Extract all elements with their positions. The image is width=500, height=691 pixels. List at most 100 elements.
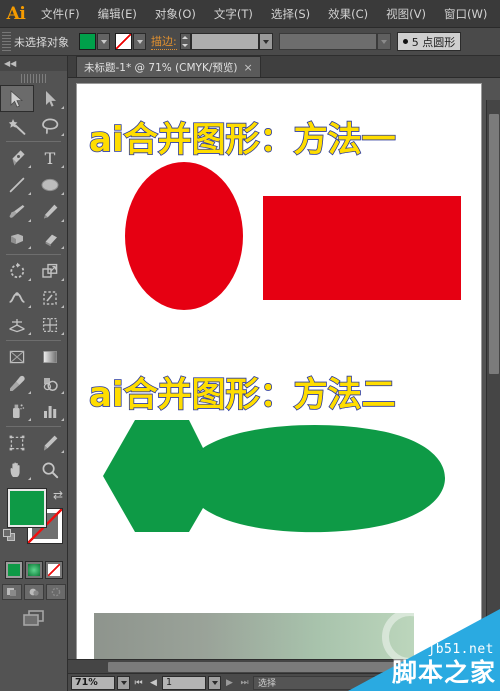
perspective-grid-tool[interactable] (0, 311, 34, 338)
type-tool[interactable]: T (34, 144, 68, 171)
document-tab-strip: 未标题-1* @ 71% (CMYK/预览) × (68, 56, 500, 78)
variable-width-dropdown-arrow-icon[interactable] (376, 33, 391, 50)
first-artboard-button[interactable]: ⏮ (132, 678, 145, 688)
last-artboard-button[interactable]: ⏭ (238, 678, 251, 688)
lasso-tool[interactable] (34, 112, 68, 139)
tools-panel-grip[interactable] (20, 74, 47, 83)
line-segment-tool[interactable] (0, 171, 34, 198)
selection-tool[interactable] (0, 85, 34, 112)
selection-status-label: 未选择对象 (14, 35, 69, 49)
draw-inside-icon[interactable] (45, 584, 66, 600)
slice-tool[interactable] (34, 429, 68, 456)
gradient-mesh-swatch-tool[interactable] (0, 343, 34, 370)
previous-artboard-button[interactable]: ◀ (147, 678, 160, 688)
scale-tool[interactable] (34, 257, 68, 284)
shape-builder-tool[interactable] (34, 284, 68, 311)
screen-mode-button[interactable] (0, 609, 67, 627)
tools-grid-draw: T (0, 144, 67, 252)
default-fill-stroke-icon[interactable] (3, 529, 16, 542)
next-artboard-button[interactable]: ▶ (223, 678, 236, 688)
tools-divider (6, 141, 61, 142)
stroke-color-swatch-none-icon[interactable] (115, 33, 132, 50)
artwork-title-one[interactable]: ai合并图形：方法一 (88, 112, 396, 161)
control-bar-grip[interactable] (2, 31, 11, 52)
magic-wand-tool[interactable] (0, 112, 34, 139)
artboard[interactable]: ai合并图形：方法一 ai合并图形：方法二 (76, 83, 482, 673)
symbol-sprayer-icon (12, 403, 24, 418)
blend-tool[interactable] (34, 370, 68, 397)
stroke-weight-dropdown-arrow-icon[interactable] (258, 33, 273, 50)
blob-brush-tool[interactable] (0, 225, 34, 252)
menu-edit[interactable]: 编辑(E) (89, 0, 146, 28)
hand-icon (10, 462, 20, 477)
artboard-tool[interactable] (0, 429, 34, 456)
tool-flyout-corner-icon (27, 305, 31, 308)
tools-divider (6, 340, 61, 341)
tool-flyout-corner-icon (27, 246, 31, 249)
menu-effect[interactable]: 效果(C) (319, 0, 377, 28)
fill-color-swatch[interactable] (79, 33, 96, 50)
ellipse-tool[interactable] (34, 171, 68, 198)
gradient-tool[interactable] (34, 343, 68, 370)
variable-width-profile-input[interactable] (278, 33, 377, 50)
symbol-sprayer-tool[interactable] (0, 397, 34, 424)
swap-fill-stroke-icon[interactable]: ⇄ (53, 488, 63, 502)
zoom-tool[interactable] (34, 456, 68, 483)
horizontal-scrollbar-thumb[interactable] (108, 662, 408, 672)
eraser-tool[interactable] (34, 225, 68, 252)
zoom-dropdown-arrow-icon[interactable] (117, 675, 130, 690)
menu-select[interactable]: 选择(S) (262, 0, 319, 28)
fill-color-box[interactable] (7, 488, 47, 528)
gradient-rectangle-shape[interactable] (94, 613, 414, 661)
color-mode-solid[interactable] (4, 561, 23, 579)
shape-builder-icon (43, 290, 57, 305)
red-rectangle-shape[interactable] (263, 196, 461, 300)
horizontal-scrollbar[interactable] (68, 659, 500, 673)
tool-flyout-corner-icon (61, 246, 64, 249)
tool-flyout-corner-icon (27, 192, 31, 195)
tools-panel-collapse[interactable]: ◀◀ (0, 56, 67, 71)
artboard-dropdown-arrow-icon[interactable] (208, 675, 221, 690)
tools-grid-transform (0, 257, 67, 338)
stroke-dropdown-arrow-icon[interactable] (133, 33, 146, 50)
paintbrush-tool[interactable] (0, 198, 34, 225)
vertical-scrollbar-thumb[interactable] (489, 114, 499, 374)
column-graph-tool[interactable] (34, 397, 68, 424)
width-tool[interactable] (0, 284, 34, 311)
pen-tool[interactable] (0, 144, 34, 171)
stroke-weight-label[interactable]: 描边: (151, 33, 177, 50)
mesh-tool[interactable] (34, 311, 68, 338)
stroke-swatch-group[interactable] (115, 33, 146, 50)
close-icon[interactable]: × (244, 61, 253, 74)
color-mode-gradient[interactable] (24, 561, 43, 579)
canvas-viewport[interactable]: ai合并图形：方法一 ai合并图形：方法二 (68, 78, 500, 691)
tool-flyout-corner-icon (27, 278, 31, 281)
document-tab[interactable]: 未标题-1* @ 71% (CMYK/预览) × (76, 56, 261, 77)
red-ellipse-shape[interactable] (125, 162, 243, 310)
draw-normal-icon[interactable] (1, 584, 22, 600)
color-mode-none[interactable] (44, 561, 63, 579)
pencil-tool[interactable] (34, 198, 68, 225)
draw-behind-icon[interactable] (23, 584, 44, 600)
menu-window[interactable]: 窗口(W) (435, 0, 496, 28)
menu-object[interactable]: 对象(O) (146, 0, 205, 28)
tool-flyout-corner-icon (61, 106, 64, 109)
menu-type[interactable]: 文字(T) (205, 0, 262, 28)
hand-tool[interactable] (0, 456, 34, 483)
direct-selection-tool[interactable] (34, 85, 68, 112)
rotate-tool[interactable] (0, 257, 34, 284)
menu-view[interactable]: 视图(V) (377, 0, 435, 28)
merged-green-shape[interactable] (89, 402, 457, 554)
zoom-level-input[interactable]: 71% (71, 675, 115, 690)
fill-dropdown-arrow-icon[interactable] (97, 33, 110, 50)
status-text[interactable]: 选择 (253, 675, 497, 690)
brush-definition-selector[interactable]: 5 点圆形 (396, 32, 462, 51)
vertical-scrollbar[interactable] (486, 100, 500, 691)
stroke-weight-stepper[interactable] (179, 33, 191, 50)
fill-swatch-group[interactable] (79, 33, 110, 50)
eyedropper-tool[interactable] (0, 370, 34, 397)
artboard-number-input[interactable]: 1 (162, 675, 206, 690)
ellipse-icon (41, 178, 59, 191)
stroke-weight-input[interactable] (190, 33, 259, 50)
menu-file[interactable]: 文件(F) (32, 0, 89, 28)
